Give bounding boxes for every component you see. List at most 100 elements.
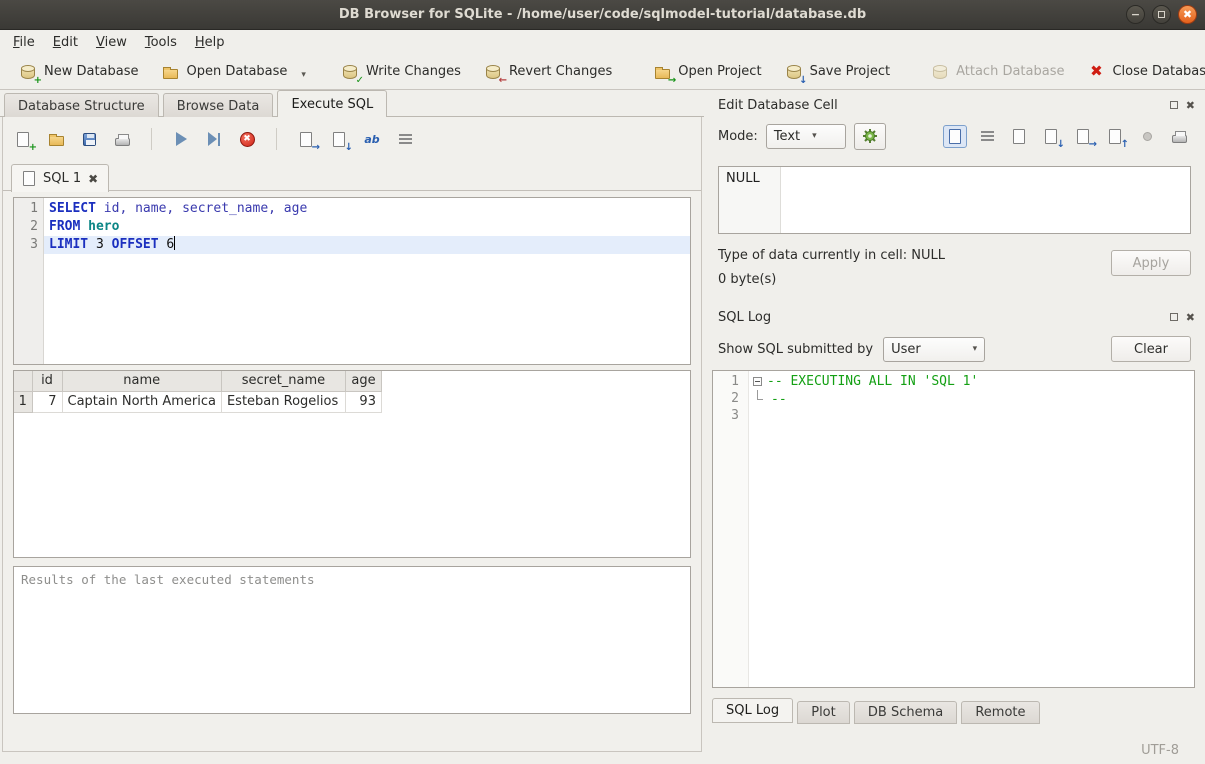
grid-column-header[interactable]: age	[345, 371, 381, 391]
mode-value: Text	[774, 129, 800, 144]
sql-editor[interactable]: 123 SELECT id, name, secret_name, ageFRO…	[13, 197, 691, 365]
grid-column-header[interactable]: id	[32, 371, 62, 391]
grid-column-header[interactable]: secret_name	[221, 371, 345, 391]
tab-execute-sql[interactable]: Execute SQL	[277, 90, 387, 117]
sql-editor-tab[interactable]: SQL 1 ✖	[11, 164, 109, 192]
execute-current-line-icon[interactable]	[204, 129, 224, 149]
float-panel-icon[interactable]	[1170, 313, 1178, 321]
sql-log-header: SQL Log ✖	[704, 302, 1205, 326]
apply-button[interactable]: Apply	[1111, 250, 1191, 276]
encoding-indicator[interactable]: UTF-8	[1141, 743, 1179, 758]
new-database-button[interactable]: + New Database	[10, 58, 147, 86]
set-null-icon[interactable]	[1135, 125, 1159, 148]
sql-log-line: --	[749, 390, 1194, 407]
save-project-button[interactable]: ↓ Save Project	[776, 58, 899, 86]
open-database-dropdown[interactable]: ▾	[301, 64, 308, 80]
log-filter-select[interactable]: User ▾	[883, 337, 985, 362]
line-number: 1	[713, 373, 739, 390]
minimize-button[interactable]: −	[1126, 5, 1145, 24]
execute-all-icon[interactable]	[171, 129, 191, 149]
find-replace-icon[interactable]: ab	[362, 129, 382, 149]
text-caret	[174, 236, 175, 250]
menu-view[interactable]: View	[87, 32, 136, 53]
fold-tail-icon	[757, 390, 763, 400]
tab-browse-data[interactable]: Browse Data	[163, 93, 274, 118]
grid-column-header[interactable]: name	[62, 371, 221, 391]
save-sql-file-icon[interactable]	[79, 129, 99, 149]
print-cell-icon[interactable]	[1167, 125, 1191, 148]
sql-code-line[interactable]: LIMIT 3 OFFSET 6	[44, 236, 690, 254]
attach-database-button[interactable]: Attach Database	[922, 58, 1072, 86]
menu-tools[interactable]: Tools	[136, 32, 186, 53]
menu-file[interactable]: File	[4, 32, 44, 53]
sql-document-icon	[22, 171, 36, 187]
save-results-view-icon[interactable]: ↓	[329, 129, 349, 149]
tab-sql-log[interactable]: SQL Log	[712, 698, 793, 723]
menu-edit[interactable]: Edit	[44, 32, 87, 53]
copy-icon[interactable]	[1007, 125, 1031, 148]
tab-plot[interactable]: Plot	[797, 701, 850, 724]
export-results-icon[interactable]: →	[296, 129, 316, 149]
menu-help[interactable]: Help	[186, 32, 234, 53]
cell-value: NULL	[726, 171, 760, 186]
open-sql-file-icon[interactable]	[46, 129, 66, 149]
line-number: 2	[713, 390, 739, 407]
main-tab-bar: Database Structure Browse Data Execute S…	[0, 90, 704, 117]
tab-db-schema[interactable]: DB Schema	[854, 701, 957, 724]
revert-changes-button[interactable]: ← Revert Changes	[475, 58, 620, 86]
close-database-button[interactable]: ✖ Close Database	[1078, 58, 1205, 86]
sql-log-view[interactable]: 123 -- EXECUTING ALL IN 'SQL 1'--	[712, 370, 1195, 688]
mode-select[interactable]: Text ▾	[766, 124, 846, 149]
cell-editor-gutter: NULL	[719, 167, 781, 233]
format-sql-icon[interactable]	[395, 129, 415, 149]
text-mode-icon[interactable]	[943, 125, 967, 148]
stop-icon[interactable]: ✖	[237, 129, 257, 149]
window-controls: − ✖	[1126, 5, 1197, 24]
float-panel-icon[interactable]	[1170, 101, 1178, 109]
grid-cell-secret-name[interactable]: Esteban Rogelios	[221, 391, 345, 412]
main-toolbar: + New Database Open Database ▾ ✓ Write C…	[0, 54, 1205, 90]
grid-cell-age[interactable]: 93	[345, 391, 381, 412]
titlebar[interactable]: DB Browser for SQLite - /home/user/code/…	[0, 0, 1205, 30]
grid-cell-name[interactable]: Captain North America	[62, 391, 221, 412]
new-tab-icon[interactable]: +	[13, 129, 33, 149]
close-panel-icon[interactable]: ✖	[1186, 100, 1195, 111]
close-tab-icon[interactable]: ✖	[88, 173, 98, 185]
toolbar-separator	[151, 128, 152, 150]
maximize-button[interactable]	[1152, 5, 1171, 24]
cell-size-text: 0 byte(s)	[718, 272, 776, 287]
tab-database-structure[interactable]: Database Structure	[4, 93, 159, 118]
save-as-icon[interactable]: ↑	[1103, 125, 1127, 148]
auto-switch-mode-icon	[862, 128, 878, 144]
results-message-area[interactable]: Results of the last executed statements	[13, 566, 691, 714]
import-icon[interactable]: ↓	[1039, 125, 1063, 148]
edit-cell-title: Edit Database Cell	[718, 98, 838, 113]
close-button[interactable]: ✖	[1178, 5, 1197, 24]
sql-code-line[interactable]: FROM hero	[44, 218, 690, 236]
open-database-button[interactable]: Open Database	[153, 58, 296, 86]
line-number: 3	[713, 407, 739, 424]
tab-remote[interactable]: Remote	[961, 701, 1039, 724]
fold-marker-icon[interactable]	[753, 377, 762, 386]
write-changes-button[interactable]: ✓ Write Changes	[332, 58, 469, 86]
cell-type-text: Type of data currently in cell: NULL	[718, 248, 945, 263]
print-icon[interactable]	[112, 129, 132, 149]
results-grid[interactable]: id name secret_name age 1 7 Captain Nort…	[13, 370, 691, 558]
database-write-icon: ✓	[340, 62, 360, 82]
sql-editor-code[interactable]: SELECT id, name, secret_name, ageFROM he…	[44, 198, 690, 364]
auto-switch-mode-button[interactable]	[854, 123, 886, 150]
chevron-down-icon: ▾	[973, 344, 978, 354]
grid-header-row: id name secret_name age	[14, 371, 381, 391]
grid-cell-id[interactable]: 7	[32, 391, 62, 412]
clear-log-button[interactable]: Clear	[1111, 336, 1191, 362]
export-icon[interactable]: →	[1071, 125, 1095, 148]
open-project-button[interactable]: → Open Project	[644, 58, 769, 86]
project-open-icon: →	[652, 62, 672, 82]
line-number: 3	[14, 236, 38, 254]
line-number: 1	[14, 200, 38, 218]
cell-editor[interactable]: NULL	[718, 166, 1191, 234]
sql-code-line[interactable]: SELECT id, name, secret_name, age	[44, 200, 690, 218]
word-wrap-icon[interactable]	[975, 125, 999, 148]
grid-row-header[interactable]: 1	[14, 391, 32, 412]
close-panel-icon[interactable]: ✖	[1186, 312, 1195, 323]
